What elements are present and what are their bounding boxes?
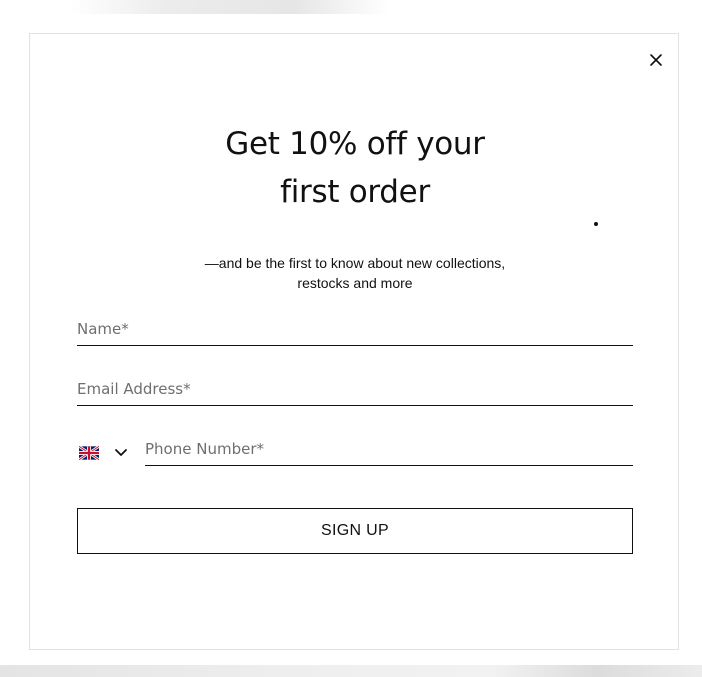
modal-subtitle-line-1: —and be the first to know about new coll… xyxy=(204,255,506,271)
close-button[interactable] xyxy=(646,50,666,70)
phone-field-wrapper xyxy=(145,432,633,466)
sign-up-button[interactable]: SIGN UP xyxy=(77,508,633,554)
country-code-selector[interactable] xyxy=(77,438,133,464)
phone-row xyxy=(77,432,633,466)
modal-subtitle: —and be the first to know about new coll… xyxy=(130,253,580,293)
signup-modal: Get 10% off your first order —and be the… xyxy=(29,33,679,650)
background-page-bottom xyxy=(0,665,702,677)
background-page-top xyxy=(70,0,390,14)
phone-input[interactable] xyxy=(145,432,633,465)
decorative-dot xyxy=(594,222,598,226)
email-input[interactable] xyxy=(77,372,633,405)
modal-title-line-1: Get 10% off your xyxy=(225,126,485,162)
name-field-wrapper xyxy=(77,312,633,346)
email-field-wrapper xyxy=(77,372,633,406)
uk-flag-icon xyxy=(79,446,99,460)
modal-subtitle-line-2: restocks and more xyxy=(297,275,413,291)
chevron-down-icon xyxy=(114,447,128,457)
modal-title: Get 10% off your first order xyxy=(30,120,680,216)
close-icon xyxy=(650,54,662,66)
modal-title-line-2: first order xyxy=(280,174,430,210)
name-input[interactable] xyxy=(77,312,633,345)
